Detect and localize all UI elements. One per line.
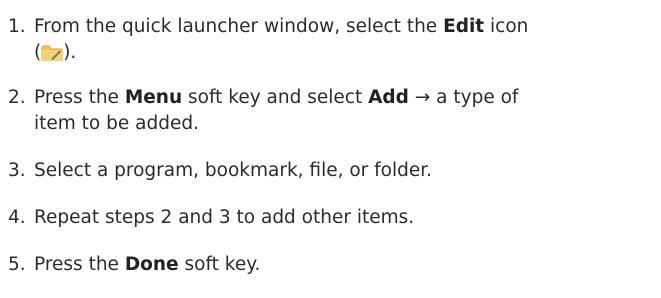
instruction-steps: 1. From the quick launcher window, select… (0, 0, 661, 298)
step-text: Repeat steps 2 and 3 to add other items. (34, 207, 415, 228)
step-1: 1. From the quick launcher window, select… (8, 14, 658, 66)
step-number: 4. (8, 207, 26, 228)
menu-label: Menu (124, 87, 183, 108)
step-number: 5. (8, 254, 26, 275)
step-text: Press the Done soft key. (34, 254, 261, 275)
done-label: Done (124, 254, 179, 275)
step-text: From the quick launcher window, select t… (34, 16, 529, 37)
folder-edit-icon (41, 43, 63, 61)
step-2: 2. Press the Menu soft key and select Add… (8, 85, 658, 137)
step-text: Press the Menu soft key and select Add →… (34, 87, 519, 108)
step-text-continuation: (). (34, 42, 77, 63)
step-3: 3. Select a program, bookmark, file, or f… (8, 158, 658, 184)
step-text: Select a program, bookmark, file, or fol… (34, 160, 433, 181)
add-label: Add (368, 87, 409, 108)
step-4: 4. Repeat steps 2 and 3 to add other item… (8, 205, 658, 231)
step-number: 1. (8, 16, 26, 37)
step-number: 2. (8, 87, 26, 108)
step-text-continuation: item to be added. (34, 113, 199, 134)
edit-label: Edit (443, 16, 485, 37)
step-number: 3. (8, 160, 26, 181)
step-5: 5. Press the Done soft key. (8, 252, 658, 278)
